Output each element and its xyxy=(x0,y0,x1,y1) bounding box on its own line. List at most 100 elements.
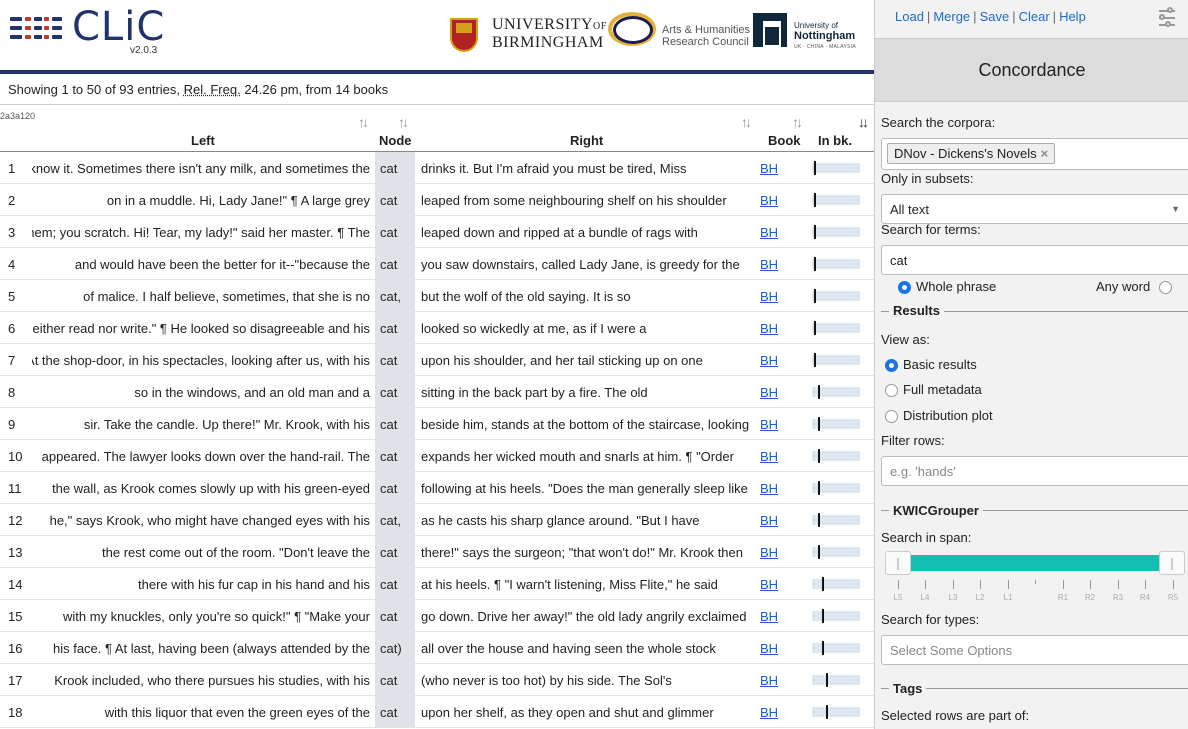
help-link[interactable]: Help xyxy=(1059,9,1086,24)
subset-select[interactable]: All text ▼ xyxy=(881,194,1188,224)
book-link[interactable]: BH xyxy=(760,289,778,304)
ahrc-logo: Arts & Humanities Research Council xyxy=(662,24,751,48)
node-cell: cat xyxy=(375,664,415,696)
right-context: expands her wicked mouth and snarls at h… xyxy=(421,449,734,464)
book-link[interactable]: BH xyxy=(760,321,778,336)
span-slider-left-handle[interactable] xyxy=(885,551,911,575)
save-link[interactable]: Save xyxy=(980,9,1010,24)
column-header-node[interactable]: Node xyxy=(379,133,412,148)
row-number: 10 xyxy=(8,449,23,464)
left-context: with this liquor that even the green eye… xyxy=(104,705,370,720)
node-cell: cat xyxy=(375,568,415,600)
types-select[interactable]: Select Some Options xyxy=(881,635,1188,665)
book-link[interactable]: BH xyxy=(760,449,778,464)
terms-input[interactable]: cat xyxy=(881,245,1188,275)
span-tick xyxy=(1118,580,1119,589)
distribution-plot-radio[interactable] xyxy=(885,410,898,423)
book-link[interactable]: BH xyxy=(760,481,778,496)
book-link[interactable]: BH xyxy=(760,609,778,624)
book-link[interactable]: BH xyxy=(760,385,778,400)
merge-link[interactable]: Merge xyxy=(933,9,970,24)
book-link[interactable]: BH xyxy=(760,257,778,272)
book-link[interactable]: BH xyxy=(760,577,778,592)
sort-in-book-icon[interactable]: ↓↓ xyxy=(858,114,869,130)
clic-logo[interactable]: CLiC v2.0.3 xyxy=(10,4,170,60)
column-header-in-book[interactable]: In bk. xyxy=(818,133,852,148)
book-link[interactable]: BH xyxy=(760,705,778,720)
in-book-position-bar xyxy=(812,321,860,335)
right-context: leaped from some neighbouring shelf on h… xyxy=(421,193,727,208)
corpora-select[interactable]: DNov - Dickens's Novels × xyxy=(881,138,1188,170)
table-row[interactable]: 7 At the shop-door, in his spectacles, lo… xyxy=(0,344,874,376)
position-marker xyxy=(818,449,820,463)
full-metadata-radio[interactable] xyxy=(885,384,898,397)
table-row[interactable]: 12 he," says Krook, who might have change… xyxy=(0,504,874,536)
sort-node-icon[interactable]: ↑↓ xyxy=(398,114,409,130)
any-word-label: Any word xyxy=(1096,279,1151,294)
book-link[interactable]: BH xyxy=(760,641,778,656)
table-row[interactable]: 10 appeared. The lawyer looks down over t… xyxy=(0,440,874,472)
remove-chip-icon[interactable]: × xyxy=(1041,146,1049,161)
table-row[interactable]: 2 on in a muddle. Hi, Lady Jane!" ¶ A lar… xyxy=(0,184,874,216)
in-book-position-bar xyxy=(812,353,860,367)
book-link[interactable]: BH xyxy=(760,161,778,176)
right-context: beside him, stands at the bottom of the … xyxy=(421,417,750,432)
book-link[interactable]: BH xyxy=(760,513,778,528)
partner-logos: UNIVERSITYOF BIRMINGHAM Arts & Humanitie… xyxy=(450,10,860,58)
table-row[interactable]: 14 there with his fur cap in his hand and… xyxy=(0,568,874,600)
span-slider[interactable] xyxy=(881,551,1185,575)
table-row[interactable]: 13 the rest come out of the room. "Don't … xyxy=(0,536,874,568)
chevron-down-icon: ▼ xyxy=(1171,204,1180,214)
column-header-right[interactable]: Right xyxy=(570,133,603,148)
table-row[interactable]: 9 sir. Take the candle. Up there!" Mr. Kr… xyxy=(0,408,874,440)
load-link[interactable]: Load xyxy=(895,9,924,24)
row-number: 6 xyxy=(8,321,16,336)
sort-left-icon[interactable]: ↑↓ xyxy=(358,114,369,130)
whole-phrase-radio[interactable] xyxy=(898,281,911,294)
table-row[interactable]: 3 You mayn't like them; you scratch. Hi! … xyxy=(0,216,874,248)
column-header-book[interactable]: Book xyxy=(768,133,801,148)
in-book-position-bar xyxy=(812,161,860,175)
sort-book-icon[interactable]: ↑↓ xyxy=(792,114,803,130)
table-row[interactable]: 5 of malice. I half believe, sometimes, t… xyxy=(0,280,874,312)
filter-rows-input[interactable]: e.g. 'hands' xyxy=(881,456,1188,486)
span-tick-label: L5 xyxy=(893,593,903,602)
span-slider-right-handle[interactable] xyxy=(1159,551,1185,575)
sort-right-icon[interactable]: ↑↓ xyxy=(741,114,752,130)
settings-sliders-icon[interactable] xyxy=(1157,6,1177,28)
left-context: with my knuckles, only you're so quick!"… xyxy=(63,609,370,624)
any-word-radio[interactable] xyxy=(1159,281,1172,294)
table-row[interactable]: 17 Krook included, who there pursues his … xyxy=(0,664,874,696)
node-cell: cat xyxy=(375,696,415,728)
basic-results-radio[interactable] xyxy=(885,359,898,372)
table-row[interactable]: 1 But they don't, ma'am. They don't know … xyxy=(0,152,874,184)
node-cell: cat xyxy=(375,248,415,280)
table-row[interactable]: 8 so in the windows, and an old man and a… xyxy=(0,376,874,408)
book-link[interactable]: BH xyxy=(760,193,778,208)
position-marker xyxy=(818,417,820,431)
table-row[interactable]: 16 his face. ¶ At last, having been (alwa… xyxy=(0,632,874,664)
table-row[interactable]: 18 with this liquor that even the green e… xyxy=(0,696,874,728)
in-book-position-bar xyxy=(812,705,860,719)
column-header-left[interactable]: Left xyxy=(191,133,215,148)
left-context: so in the windows, and an old man and a xyxy=(134,385,370,400)
logo-lines-icon xyxy=(10,17,70,45)
position-marker xyxy=(814,257,816,271)
position-marker xyxy=(814,225,816,239)
table-row[interactable]: 15 with my knuckles, only you're so quick… xyxy=(0,600,874,632)
position-marker xyxy=(818,513,820,527)
position-marker xyxy=(814,353,816,367)
in-book-position-bar xyxy=(812,449,860,463)
book-link[interactable]: BH xyxy=(760,673,778,688)
book-link[interactable]: BH xyxy=(760,417,778,432)
clear-link[interactable]: Clear xyxy=(1019,9,1050,24)
left-context: the wall, as Krook comes slowly up with … xyxy=(52,481,370,496)
book-link[interactable]: BH xyxy=(760,353,778,368)
table-row[interactable]: 11 the wall, as Krook comes slowly up wit… xyxy=(0,472,874,504)
left-context: he," says Krook, who might have changed … xyxy=(49,513,370,528)
left-context: the rest come out of the room. "Don't le… xyxy=(102,545,370,560)
book-link[interactable]: BH xyxy=(760,545,778,560)
book-link[interactable]: BH xyxy=(760,225,778,240)
table-row[interactable]: 6 I can neither read nor write." ¶ He loo… xyxy=(0,312,874,344)
table-row[interactable]: 4 and would have been the better for it--… xyxy=(0,248,874,280)
